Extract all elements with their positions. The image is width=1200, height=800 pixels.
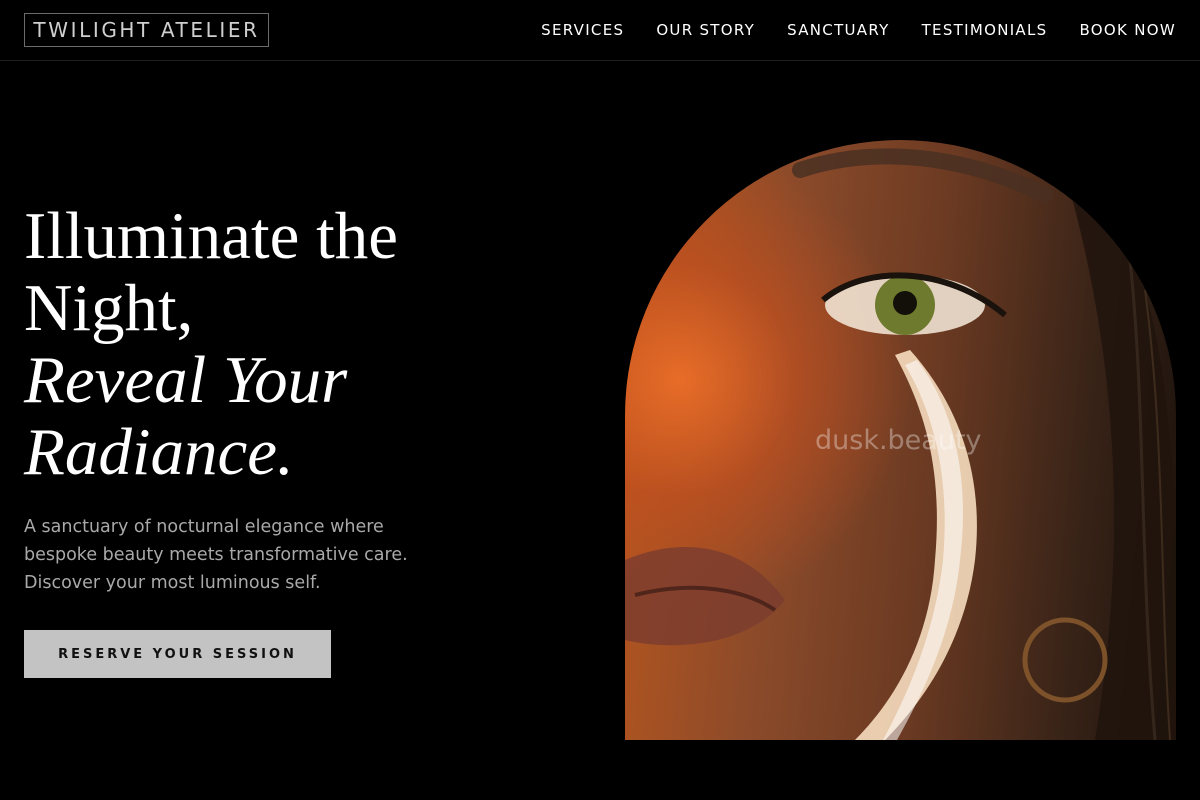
nav-our-story-link[interactable]: OUR STORY bbox=[656, 21, 755, 39]
hero-subcopy: A sanctuary of nocturnal elegance where … bbox=[24, 513, 444, 597]
headline-italic-line-1: Reveal Your bbox=[24, 343, 348, 417]
image-watermark: dusk.beauty bbox=[815, 425, 982, 456]
reserve-session-button[interactable]: RESERVE YOUR SESSION bbox=[24, 630, 331, 678]
hero-headline: Illuminate the Night, Reveal Your Radian… bbox=[24, 200, 544, 488]
subcopy-line-2: bespoke beauty meets transformative care… bbox=[24, 545, 408, 565]
nav-testimonials-link[interactable]: TESTIMONIALS bbox=[922, 21, 1048, 39]
nav-services-link[interactable]: SERVICES bbox=[541, 21, 624, 39]
subcopy-line-1: A sanctuary of nocturnal elegance where bbox=[24, 517, 384, 537]
headline-italic-line-2: Radiance. bbox=[24, 415, 294, 489]
hero-portrait-image: dusk.beauty bbox=[625, 140, 1176, 740]
subcopy-line-3: Discover your most luminous self. bbox=[24, 573, 321, 593]
site-header: TWILIGHT ATELIER SERVICES OUR STORY SANC… bbox=[0, 0, 1200, 61]
main-nav: SERVICES OUR STORY SANCTUARY TESTIMONIAL… bbox=[541, 0, 1176, 60]
nav-book-now-link[interactable]: BOOK NOW bbox=[1079, 21, 1176, 39]
headline-line-1: Illuminate the bbox=[24, 199, 398, 273]
nav-sanctuary-link[interactable]: SANCTUARY bbox=[787, 21, 889, 39]
headline-line-2: Night, bbox=[24, 271, 194, 345]
brand-logo[interactable]: TWILIGHT ATELIER bbox=[24, 13, 269, 47]
